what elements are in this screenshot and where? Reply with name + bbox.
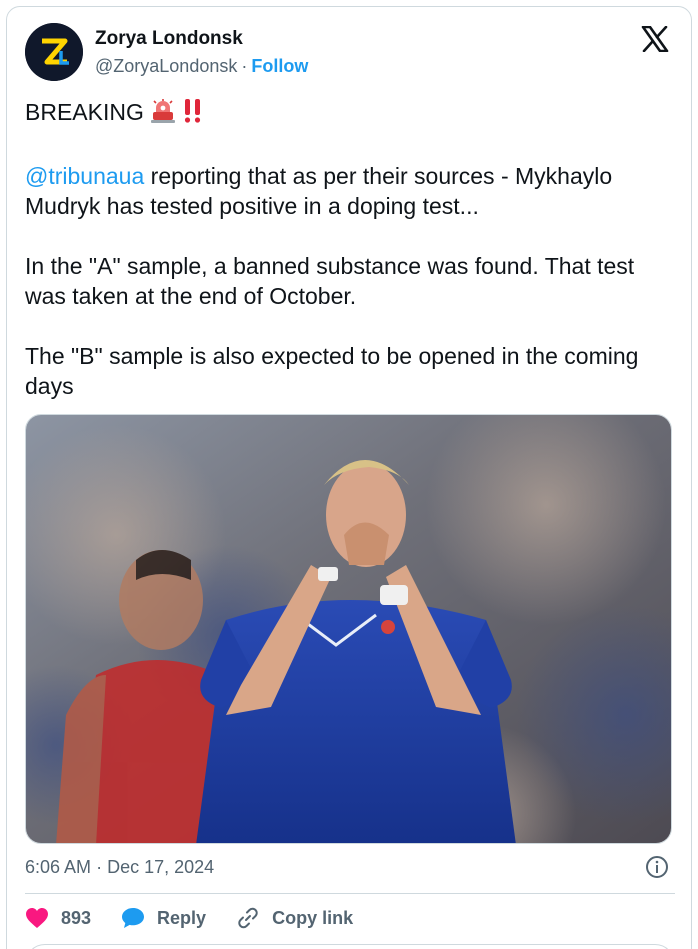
- copy-link-button[interactable]: Copy link: [236, 906, 353, 930]
- tweet-text: BREAKING @tribunaua reporting that as pe…: [25, 97, 675, 431]
- reply-bubble-icon: [122, 908, 145, 928]
- author-handle[interactable]: @ZoryaLondonsk: [95, 56, 237, 76]
- tweet-timestamp[interactable]: 6:06 AM · Dec 17, 2024: [25, 857, 214, 878]
- timestamp-separator: ·: [96, 857, 103, 877]
- handle-separator: ·: [241, 56, 248, 76]
- tweet-line-breaking: BREAKING: [25, 97, 675, 131]
- tweet-paragraph-1: @tribunaua reporting that as per their s…: [25, 161, 675, 221]
- x-logo-icon[interactable]: [641, 26, 669, 52]
- info-icon[interactable]: [645, 855, 669, 879]
- read-replies-button[interactable]: [25, 944, 675, 949]
- like-button[interactable]: 893: [25, 907, 91, 929]
- author-handle-line: @ZoryaLondonsk · Follow: [95, 56, 308, 77]
- action-bar: 893 Reply Copy link: [25, 905, 383, 931]
- divider: [25, 893, 675, 894]
- mention-link[interactable]: @tribunaua: [25, 163, 144, 189]
- tweet-photo[interactable]: [25, 414, 672, 844]
- like-count: 893: [61, 907, 92, 928]
- author-avatar[interactable]: [25, 23, 83, 81]
- footballer-covering-face-icon: [26, 415, 671, 843]
- tweet-card: Zorya Londonsk @ZoryaLondonsk · Follow BRE…: [6, 6, 692, 949]
- tweet-date: Dec 17, 2024: [107, 857, 215, 877]
- reply-label: Reply: [157, 907, 207, 928]
- follow-link[interactable]: Follow: [251, 56, 308, 76]
- breaking-text: BREAKING: [25, 99, 144, 125]
- avatar-logo-icon: [25, 23, 83, 81]
- double-exclamation-icon: [182, 98, 204, 131]
- tweet-time: 6:06 AM: [25, 857, 92, 877]
- tweet-paragraph-3: The "B" sample is also expected to be op…: [25, 343, 639, 399]
- heart-icon: [26, 908, 48, 928]
- copy-link-label: Copy link: [272, 907, 354, 928]
- tweet-paragraph-2: In the "A" sample, a banned substance wa…: [25, 253, 635, 309]
- police-light-icon: [150, 98, 176, 131]
- reply-button[interactable]: Reply: [121, 907, 206, 929]
- author-name[interactable]: Zorya Londonsk: [95, 28, 243, 50]
- link-icon: [238, 907, 258, 929]
